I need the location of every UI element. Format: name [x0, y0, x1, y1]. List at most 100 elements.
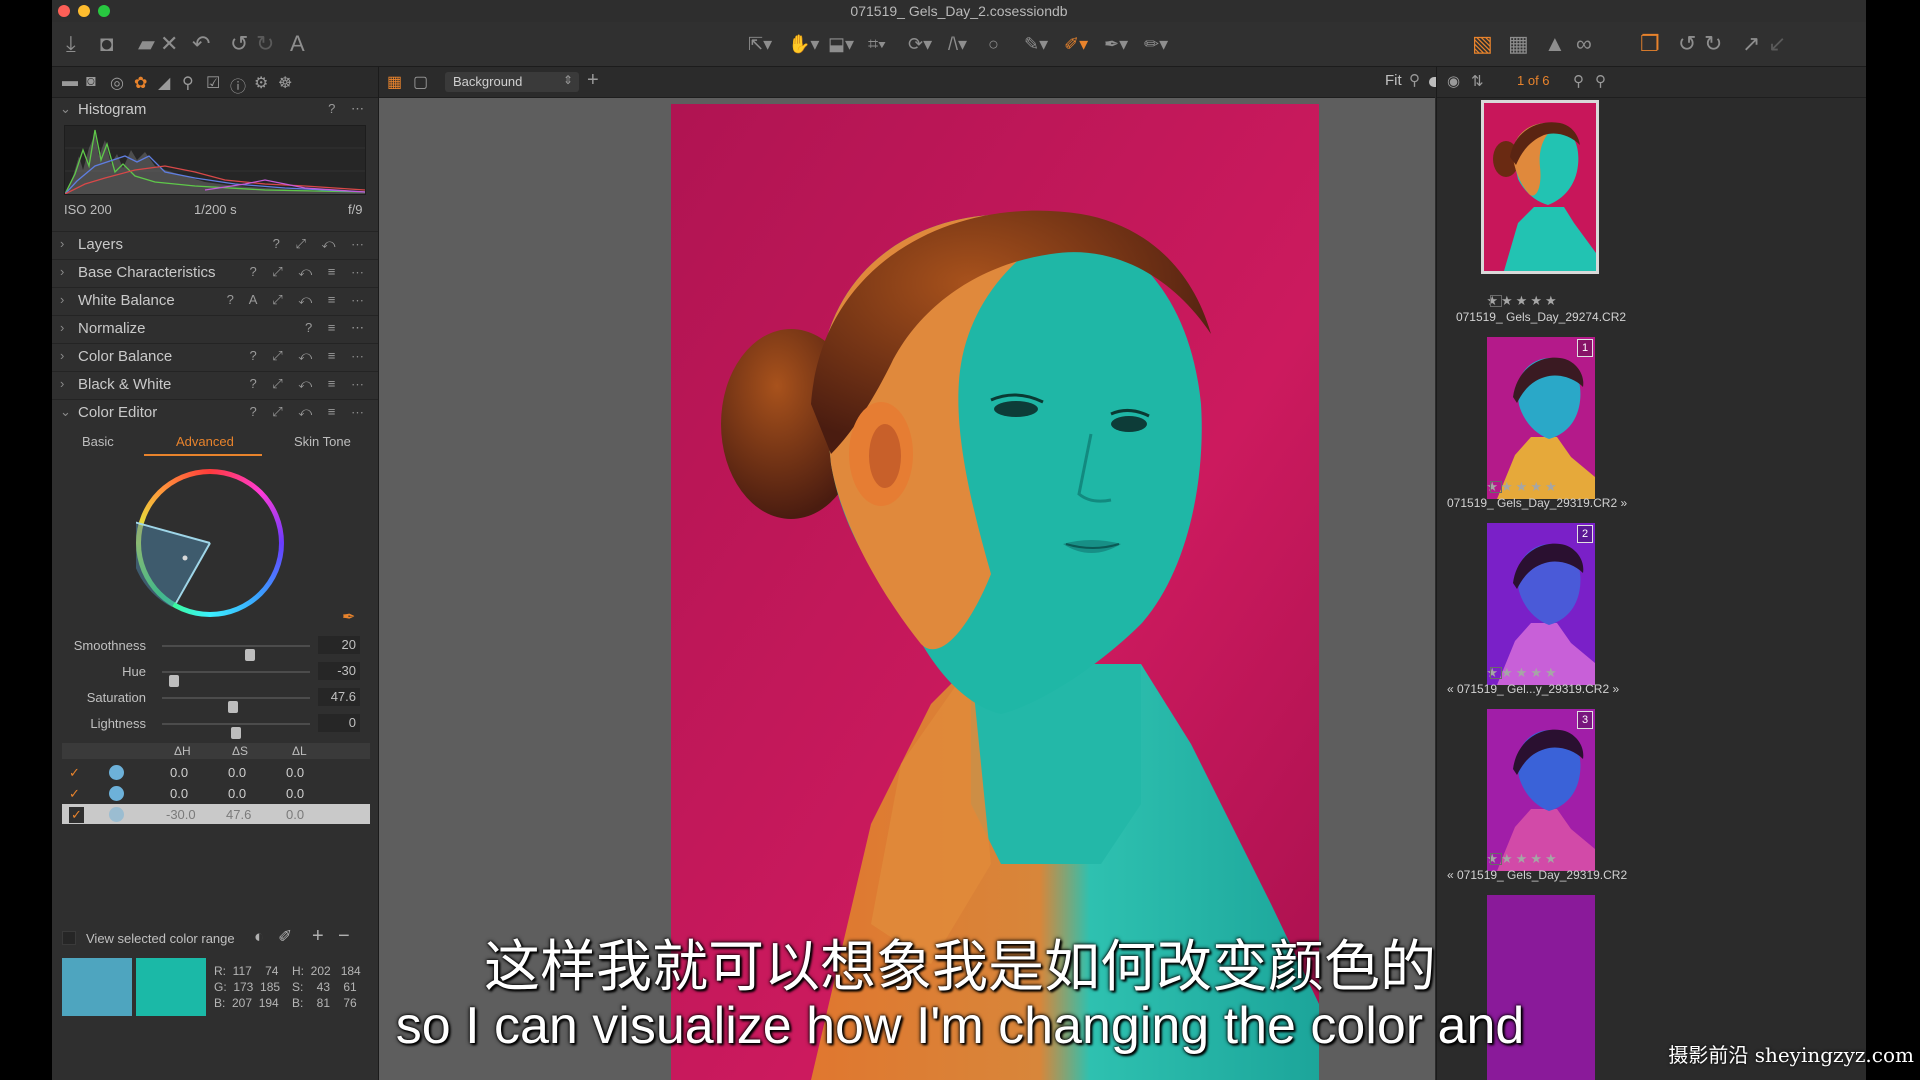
- lightness-slider[interactable]: Lightness 0: [52, 714, 378, 739]
- color-wheel[interactable]: [136, 469, 284, 617]
- rotate-icon[interactable]: ⟳▾: [908, 31, 932, 57]
- color-editor-section-header[interactable]: ⌄ Color Editor ? ⤢ ↶ ≡ ⋯: [52, 399, 378, 426]
- slider-value[interactable]: 47.6: [318, 688, 360, 706]
- grid-icon[interactable]: ▦: [1508, 31, 1529, 57]
- color-balance-section-header[interactable]: › Color Balance ? ⤢ ↶ ≡ ⋯: [52, 343, 378, 370]
- slider-knob[interactable]: [244, 649, 255, 661]
- base-characteristics-section-header[interactable]: › Base Characteristics ? ⤢ ↶ ≡ ⋯: [52, 259, 378, 286]
- delete-icon[interactable]: ✕: [160, 31, 178, 57]
- apply-adjustments-icon[interactable]: ↙: [1768, 31, 1786, 57]
- eye-icon[interactable]: ◉: [1447, 72, 1460, 90]
- hue-range-wedge[interactable]: [136, 469, 284, 617]
- move-to-folder-icon[interactable]: ▰: [138, 31, 155, 57]
- slider-track[interactable]: [162, 671, 310, 687]
- normalize-section-header[interactable]: › Normalize ? ≡ ⋯: [52, 315, 378, 342]
- adjustments-tab-icon[interactable]: ☑: [206, 73, 220, 93]
- layers-section-header[interactable]: › Layers ? ⤢ ↶ ⋯: [52, 231, 378, 258]
- saturation-slider[interactable]: Saturation 47.6: [52, 688, 378, 713]
- slider-track[interactable]: [162, 697, 310, 713]
- white-balance-section-header[interactable]: › White Balance ? A ⤢ ↶ ≡ ⋯: [52, 287, 378, 314]
- slider-track[interactable]: [162, 723, 310, 739]
- redo-icon[interactable]: ↻: [256, 31, 274, 57]
- thumbnail-selected[interactable]: [1481, 100, 1599, 274]
- section-menu-icons[interactable]: ? ≡ ⋯: [305, 320, 370, 336]
- checkmark-icon[interactable]: ✓: [69, 765, 80, 781]
- rotate-right-icon[interactable]: ↻: [1704, 31, 1722, 57]
- section-menu-icons[interactable]: ? ⤢ ↶ ≡ ⋯: [249, 404, 370, 420]
- slider-knob[interactable]: [231, 727, 241, 739]
- checkmark-icon[interactable]: ✓: [69, 786, 80, 802]
- section-menu-icons[interactable]: ? ⤢ ↶ ≡ ⋯: [249, 348, 370, 364]
- section-menu-icons[interactable]: ? ⋯: [328, 101, 370, 117]
- brush-icon[interactable]: ✒▾: [1104, 31, 1128, 57]
- focus-mask-icon[interactable]: ▲: [1544, 31, 1566, 57]
- text-tool-icon[interactable]: A: [290, 31, 305, 57]
- exposure-tab-icon[interactable]: ◢: [158, 73, 170, 93]
- layer-select[interactable]: Background ⇕: [445, 72, 579, 92]
- select-checkbox[interactable]: [1490, 667, 1502, 679]
- search-icon[interactable]: ⚲: [1573, 72, 1584, 90]
- color-range-row-selected[interactable]: ✓ -30.0 47.6 0.0: [62, 804, 370, 824]
- undo-icon[interactable]: ↺: [230, 31, 248, 57]
- multi-view-icon[interactable]: ▦: [387, 72, 402, 92]
- tab-basic[interactable]: Basic: [82, 434, 114, 449]
- reset-adjustments-icon[interactable]: ↶: [192, 31, 210, 57]
- zoom-thumbnails-icon[interactable]: ⚲: [1595, 72, 1606, 90]
- smoothness-slider[interactable]: Smoothness 20: [52, 636, 378, 661]
- copy-adjustments-icon[interactable]: ↗: [1742, 31, 1760, 57]
- import-icon[interactable]: ⤓: [66, 31, 76, 57]
- output-tab-icon[interactable]: ⚙: [254, 73, 268, 93]
- section-menu-icons[interactable]: ? ⤢ ↶ ⋯: [273, 236, 370, 252]
- tab-advanced[interactable]: Advanced: [176, 434, 234, 449]
- sort-icon[interactable]: ⇅: [1471, 72, 1484, 90]
- section-menu-icons[interactable]: ? ⤢ ↶ ≡ ⋯: [249, 376, 370, 392]
- rotate-left-icon[interactable]: ↺: [1678, 31, 1696, 57]
- eyedropper-icon[interactable]: ✒: [342, 607, 355, 627]
- histogram-section-header[interactable]: ⌄ Histogram ? ⋯: [52, 97, 378, 123]
- capture-tab-icon[interactable]: ◙: [86, 73, 96, 91]
- black-white-section-header[interactable]: › Black & White ? ⤢ ↶ ≡ ⋯: [52, 371, 378, 398]
- thumbnail[interactable]: 3: [1487, 709, 1595, 871]
- metadata-tab-icon[interactable]: ⓘ: [230, 73, 246, 97]
- star-rating[interactable]: ★★★★★: [1437, 479, 1609, 495]
- keystone-icon[interactable]: /\▾: [948, 31, 967, 57]
- slider-track[interactable]: [162, 645, 310, 661]
- slider-value[interactable]: -30: [318, 662, 360, 680]
- exposure-warning-icon[interactable]: ▧: [1472, 31, 1493, 57]
- thumbnail[interactable]: 1: [1487, 337, 1595, 499]
- star-rating[interactable]: ★★★★★: [1437, 851, 1609, 867]
- batch-tab-icon[interactable]: ☸: [278, 73, 292, 93]
- slider-value[interactable]: 0: [318, 714, 360, 732]
- checkmark-icon[interactable]: ✓: [69, 807, 84, 823]
- color-editor-picker-icon[interactable]: ✐▾: [1064, 31, 1088, 57]
- single-view-icon[interactable]: ▢: [413, 72, 428, 92]
- lens-tab-icon[interactable]: ◎: [110, 73, 124, 93]
- star-rating[interactable]: ★★★★★: [1437, 665, 1609, 681]
- library-tab-icon[interactable]: ▬: [62, 73, 78, 91]
- select-cursor-icon[interactable]: ⇱▾: [748, 31, 772, 57]
- slider-knob[interactable]: [168, 675, 179, 687]
- color-range-row[interactable]: ✓ 0.0 0.0 0.0: [62, 783, 370, 803]
- capture-icon[interactable]: ◘: [100, 31, 113, 57]
- star-rating[interactable]: ★★★★★: [1437, 293, 1609, 309]
- zoom-out-icon[interactable]: ⚲: [1409, 71, 1420, 89]
- slider-value[interactable]: 20: [318, 636, 360, 654]
- pan-hand-icon[interactable]: ✋▾: [788, 31, 819, 57]
- color-range-row[interactable]: ✓ 0.0 0.0 0.0: [62, 762, 370, 782]
- loupe-icon[interactable]: ⬓▾: [828, 31, 854, 57]
- spot-removal-icon[interactable]: ○: [988, 31, 999, 57]
- crop-icon[interactable]: ⌗▾: [868, 31, 886, 57]
- color-picker-icon[interactable]: ✎▾: [1024, 31, 1048, 57]
- stack-icon[interactable]: ❐: [1640, 31, 1660, 57]
- color-tab-icon[interactable]: ✿: [134, 73, 147, 93]
- select-checkbox[interactable]: [1490, 481, 1502, 493]
- select-checkbox[interactable]: [1490, 853, 1502, 865]
- thumbnail[interactable]: 2: [1487, 523, 1595, 685]
- proof-glasses-icon[interactable]: ∞: [1576, 31, 1592, 57]
- select-checkbox[interactable]: [1490, 295, 1502, 307]
- section-menu-icons[interactable]: ? A ⤢ ↶ ≡ ⋯: [227, 292, 370, 308]
- tab-skin-tone[interactable]: Skin Tone: [294, 434, 351, 449]
- hue-slider[interactable]: Hue -30: [52, 662, 378, 687]
- slider-knob[interactable]: [228, 701, 239, 713]
- annotation-icon[interactable]: ✏▾: [1144, 31, 1168, 57]
